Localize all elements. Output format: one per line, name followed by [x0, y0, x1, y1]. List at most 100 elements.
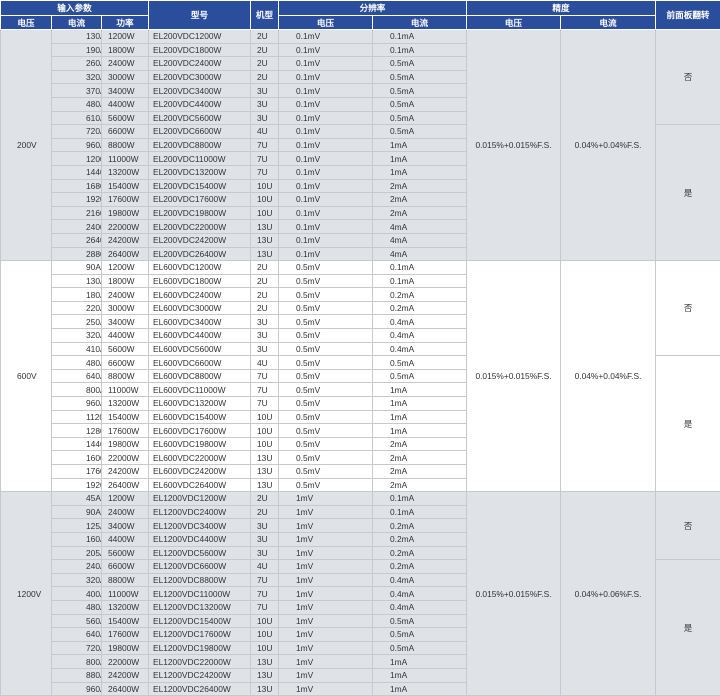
current-cell: 960A [52, 138, 102, 152]
power-cell: 3400W [102, 84, 149, 98]
res-current-cell: 0.5mA [373, 356, 467, 370]
res-current-cell: 1mA [373, 668, 467, 682]
power-cell: 3000W [102, 70, 149, 84]
model-cell: EL1200VDC24200W [149, 668, 251, 682]
power-cell: 5600W [102, 546, 149, 560]
frame-cell: 13U [251, 668, 279, 682]
res-voltage-cell: 0.1mV [279, 193, 373, 207]
frame-cell: 3U [251, 342, 279, 356]
frame-cell: 13U [251, 465, 279, 479]
frame-cell: 10U [251, 193, 279, 207]
res-current-cell: 1mA [373, 682, 467, 696]
power-cell: 4400W [102, 97, 149, 111]
frame-cell: 10U [251, 641, 279, 655]
res-current-cell: 0.1mA [373, 30, 467, 44]
power-cell: 2400W [102, 288, 149, 302]
res-current-cell: 0.2mA [373, 301, 467, 315]
header-front-panel-flip: 前面板翻转 [656, 1, 720, 30]
res-current-cell: 4mA [373, 247, 467, 261]
current-cell: 410A [52, 342, 102, 356]
group-voltage-cell: 1200V [1, 492, 52, 696]
res-current-cell: 0.1mA [373, 492, 467, 506]
power-cell: 17600W [102, 628, 149, 642]
res-voltage-cell: 0.5mV [279, 410, 373, 424]
res-voltage-cell: 1mV [279, 519, 373, 533]
acc-current-cell: 0.04%+0.06%F.S. [561, 492, 656, 696]
res-current-cell: 0.5mA [373, 111, 467, 125]
res-current-cell: 0.5mA [373, 97, 467, 111]
power-cell: 13200W [102, 165, 149, 179]
model-cell: EL200VDC6600W [149, 125, 251, 139]
model-cell: EL600VDC13200W [149, 397, 251, 411]
res-current-cell: 1mA [373, 397, 467, 411]
res-voltage-cell: 1mV [279, 641, 373, 655]
current-cell: 480A [52, 600, 102, 614]
power-cell: 24200W [102, 465, 149, 479]
frame-cell: 7U [251, 369, 279, 383]
acc-voltage-cell: 0.015%+0.015%F.S. [467, 492, 561, 696]
frame-cell: 2U [251, 301, 279, 315]
res-current-cell: 0.5mA [373, 70, 467, 84]
res-voltage-cell: 0.1mV [279, 84, 373, 98]
frame-cell: 3U [251, 315, 279, 329]
power-cell: 1800W [102, 43, 149, 57]
flip-yes-cell: 是 [656, 560, 720, 696]
res-voltage-cell: 0.5mV [279, 342, 373, 356]
res-current-cell: 1mA [373, 152, 467, 166]
table-row: 200V130A1200WEL200VDC1200W2U0.1mV0.1mA0.… [1, 30, 720, 44]
res-current-cell: 0.2mA [373, 560, 467, 574]
current-cell: 90A [52, 261, 102, 275]
current-cell: 2400A [52, 220, 102, 234]
res-voltage-cell: 0.1mV [279, 206, 373, 220]
frame-cell: 7U [251, 138, 279, 152]
res-voltage-cell: 0.5mV [279, 261, 373, 275]
current-cell: 130A [52, 274, 102, 288]
res-voltage-cell: 1mV [279, 587, 373, 601]
model-cell: EL1200VDC5600W [149, 546, 251, 560]
power-cell: 4400W [102, 532, 149, 546]
res-current-cell: 0.4mA [373, 573, 467, 587]
res-voltage-cell: 1mV [279, 560, 373, 574]
current-cell: 880A [52, 668, 102, 682]
header-accuracy: 精度 [467, 1, 656, 16]
power-cell: 2400W [102, 505, 149, 519]
model-cell: EL600VDC24200W [149, 465, 251, 479]
current-cell: 45A [52, 492, 102, 506]
model-cell: EL200VDC2400W [149, 57, 251, 71]
model-cell: EL1200VDC2400W [149, 505, 251, 519]
res-current-cell: 0.2mA [373, 288, 467, 302]
frame-cell: 13U [251, 451, 279, 465]
current-cell: 260A [52, 57, 102, 71]
current-cell: 370A [52, 84, 102, 98]
frame-cell: 7U [251, 587, 279, 601]
current-cell: 190A [52, 43, 102, 57]
frame-cell: 7U [251, 383, 279, 397]
power-cell: 5600W [102, 111, 149, 125]
model-cell: EL200VDC3400W [149, 84, 251, 98]
res-current-cell: 1mA [373, 165, 467, 179]
res-current-cell: 0.5mA [373, 614, 467, 628]
header-acc-current: 电流 [561, 16, 656, 30]
model-cell: EL1200VDC13200W [149, 600, 251, 614]
res-current-cell: 0.4mA [373, 329, 467, 343]
res-current-cell: 0.5mA [373, 84, 467, 98]
frame-cell: 2U [251, 288, 279, 302]
res-current-cell: 0.4mA [373, 315, 467, 329]
model-cell: EL200VDC11000W [149, 152, 251, 166]
frame-cell: 2U [251, 492, 279, 506]
res-voltage-cell: 1mV [279, 614, 373, 628]
frame-cell: 7U [251, 397, 279, 411]
frame-cell: 13U [251, 233, 279, 247]
model-cell: EL200VDC13200W [149, 165, 251, 179]
header-power: 功率 [102, 16, 149, 30]
model-cell: EL200VDC1200W [149, 30, 251, 44]
frame-cell: 13U [251, 220, 279, 234]
frame-cell: 4U [251, 560, 279, 574]
power-cell: 11000W [102, 587, 149, 601]
power-cell: 22000W [102, 220, 149, 234]
model-cell: EL1200VDC17600W [149, 628, 251, 642]
power-cell: 26400W [102, 478, 149, 492]
model-cell: EL200VDC8800W [149, 138, 251, 152]
current-cell: 320A [52, 329, 102, 343]
power-cell: 24200W [102, 668, 149, 682]
